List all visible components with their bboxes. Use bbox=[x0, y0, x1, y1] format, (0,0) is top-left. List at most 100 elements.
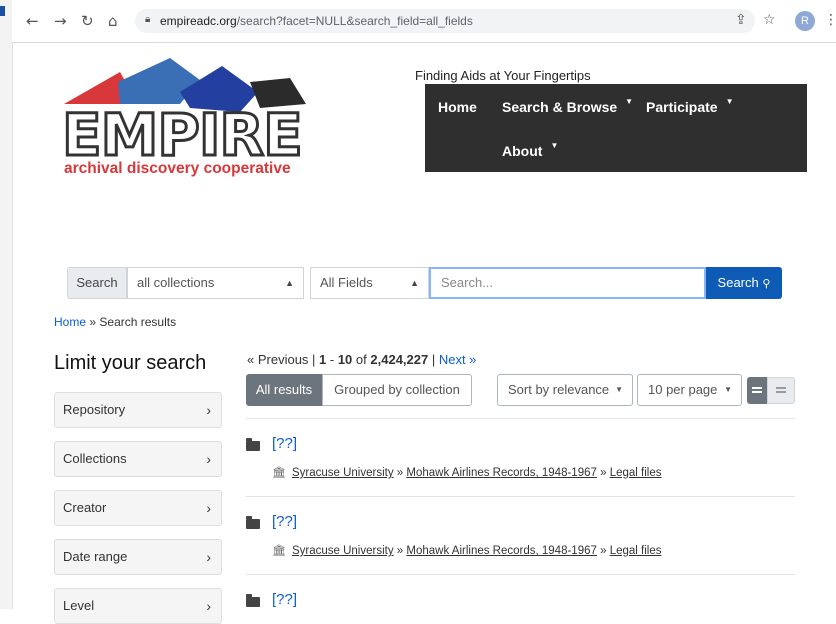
sort-dropdown-label: Sort by relevance bbox=[508, 382, 610, 397]
url-domain: empireadc.org bbox=[160, 14, 237, 28]
nav-search-browse-label: Search & Browse bbox=[502, 99, 618, 115]
list-view-icon bbox=[752, 386, 762, 395]
facet-creator[interactable]: Creator › bbox=[54, 490, 222, 526]
breadcrumb-current: Search results bbox=[99, 315, 177, 329]
result-repository[interactable]: Syracuse University bbox=[292, 545, 394, 557]
all-results-toggle[interactable]: All results bbox=[246, 374, 322, 406]
caret-down-icon: ▼ bbox=[550, 141, 559, 150]
per-page-dropdown[interactable]: 10 per page ▼ bbox=[637, 374, 742, 406]
previous-link[interactable]: « Previous bbox=[247, 352, 308, 367]
result-title[interactable]: [??] bbox=[272, 435, 297, 452]
url-path: /search?facet=NULL&search_field=all_fiel… bbox=[236, 14, 473, 28]
result-path: 🏛︎ Syracuse University » Mohawk Airlines … bbox=[272, 544, 662, 557]
results-divider bbox=[246, 418, 795, 419]
field-select[interactable]: All Fields ▲ bbox=[310, 267, 429, 299]
facet-label: Creator bbox=[63, 500, 107, 515]
breadcrumb: Home » Search results bbox=[54, 315, 176, 329]
nav-home-label: Home bbox=[438, 99, 477, 115]
main-nav: Home Search & Browse ▼ Participate ▼ About… bbox=[425, 84, 807, 172]
reload-icon[interactable]: ↻ bbox=[81, 12, 94, 30]
results-divider bbox=[246, 496, 795, 497]
search-icon: ⚲ bbox=[762, 277, 771, 290]
facet-repository[interactable]: Repository › bbox=[54, 392, 222, 428]
facet-label: Repository bbox=[63, 402, 126, 417]
nav-about[interactable]: About ▼ bbox=[502, 141, 559, 159]
logo-wordmark: EMPIRE bbox=[62, 101, 302, 169]
home-icon[interactable]: ⌂ bbox=[108, 12, 118, 30]
result-series[interactable]: Legal files bbox=[610, 467, 662, 479]
collection-select[interactable]: all collections ▲ bbox=[127, 267, 304, 299]
search-label: Search bbox=[67, 267, 127, 299]
per-page-dropdown-label: 10 per page bbox=[648, 382, 718, 397]
sidebar-title: Limit your search bbox=[54, 352, 207, 374]
results-divider bbox=[246, 574, 795, 575]
grouped-by-collection-toggle[interactable]: Grouped by collection bbox=[322, 374, 472, 406]
window-edge bbox=[0, 0, 13, 609]
nav-search-browse[interactable]: Search & Browse ▼ bbox=[502, 97, 634, 115]
caret-down-icon: ▼ bbox=[724, 385, 732, 394]
page-start: 1 bbox=[319, 352, 327, 367]
empire-logo[interactable]: EMPIRE archival discovery cooperative bbox=[50, 52, 320, 182]
window-edge-accent bbox=[0, 6, 5, 16]
list-view-button[interactable] bbox=[747, 377, 767, 404]
gallery-view-button[interactable] bbox=[767, 377, 795, 404]
url-text[interactable]: empireadc.org/search?facet=NULL&search_f… bbox=[160, 14, 473, 28]
caret-down-icon: ▼ bbox=[615, 385, 623, 394]
institution-icon: 🏛︎ bbox=[272, 466, 286, 479]
nav-home[interactable]: Home bbox=[438, 99, 477, 115]
avatar[interactable]: R bbox=[795, 11, 815, 31]
select-arrows-icon: ▲ bbox=[285, 278, 294, 288]
pagination: « Previous | 1 - 10 of 2,424,227 | Next … bbox=[247, 352, 477, 367]
next-link[interactable]: Next » bbox=[439, 352, 477, 367]
chevron-right-icon: › bbox=[206, 451, 211, 467]
breadcrumb-separator: » bbox=[89, 315, 97, 329]
result-title[interactable]: [??] bbox=[272, 513, 297, 530]
facet-label: Date range bbox=[63, 549, 128, 564]
nav-participate[interactable]: Participate ▼ bbox=[646, 97, 734, 115]
facet-label: Collections bbox=[63, 451, 127, 466]
result-title[interactable]: [??] bbox=[272, 591, 297, 608]
site-tagline: Finding Aids at Your Fingertips bbox=[415, 68, 591, 83]
field-select-value: All Fields bbox=[320, 275, 373, 290]
folder-icon bbox=[246, 594, 260, 607]
logo-subtitle: archival discovery cooperative bbox=[64, 160, 291, 177]
chevron-right-icon: › bbox=[206, 500, 211, 516]
result-collection[interactable]: Mohawk Airlines Records, 1948-1967 bbox=[406, 545, 597, 557]
result-collection[interactable]: Mohawk Airlines Records, 1948-1967 bbox=[406, 467, 597, 479]
facet-label: Level bbox=[63, 598, 95, 613]
institution-icon: 🏛︎ bbox=[272, 544, 286, 557]
lock-icon[interactable]: 🔒︎ bbox=[145, 14, 150, 25]
page-of: of bbox=[355, 352, 367, 367]
caret-down-icon: ▼ bbox=[725, 97, 734, 106]
share-icon[interactable]: ⇪ bbox=[735, 12, 747, 28]
search-input[interactable]: Search... bbox=[429, 267, 706, 299]
chevron-right-icon: › bbox=[206, 402, 211, 418]
star-icon[interactable]: ☆ bbox=[763, 12, 776, 28]
forward-icon[interactable]: → bbox=[54, 12, 67, 30]
total-count: 2,424,227 bbox=[370, 352, 429, 367]
result-path: 🏛︎ Syracuse University » Mohawk Airlines … bbox=[272, 466, 662, 479]
facet-date-range[interactable]: Date range › bbox=[54, 539, 222, 575]
search-button[interactable]: Search ⚲ bbox=[706, 267, 782, 299]
result-repository[interactable]: Syracuse University bbox=[292, 467, 394, 479]
collection-select-value: all collections bbox=[137, 275, 215, 290]
result-series[interactable]: Legal files bbox=[610, 545, 662, 557]
nav-participate-label: Participate bbox=[646, 99, 718, 115]
facet-collections[interactable]: Collections › bbox=[54, 441, 222, 477]
chevron-right-icon: › bbox=[206, 549, 211, 565]
sort-dropdown[interactable]: Sort by relevance ▼ bbox=[497, 374, 633, 406]
folder-icon bbox=[246, 516, 260, 529]
chevron-right-icon: › bbox=[206, 598, 211, 614]
facet-level[interactable]: Level › bbox=[54, 588, 222, 624]
breadcrumb-home[interactable]: Home bbox=[54, 315, 86, 329]
gallery-view-icon bbox=[776, 386, 786, 395]
page-end: 10 bbox=[337, 352, 353, 367]
folder-icon bbox=[246, 438, 260, 451]
nav-about-label: About bbox=[502, 143, 543, 159]
select-arrows-icon: ▲ bbox=[410, 278, 419, 288]
back-icon[interactable]: ← bbox=[26, 12, 39, 30]
more-icon[interactable]: ⋮ bbox=[824, 12, 836, 28]
browser-toolbar: ← → ↻ ⌂ 🔒︎ empireadc.org/search?facet=NU… bbox=[12, 0, 836, 43]
caret-down-icon: ▼ bbox=[625, 97, 634, 106]
search-button-label: Search bbox=[717, 275, 759, 290]
